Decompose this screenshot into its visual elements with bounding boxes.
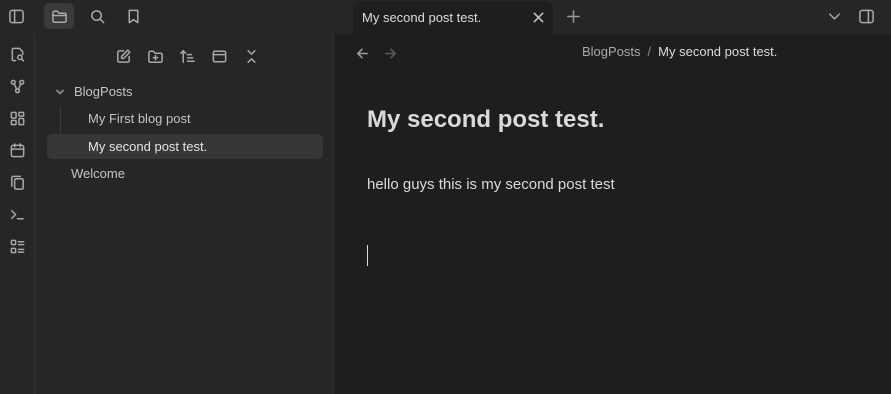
new-tab-button[interactable] bbox=[561, 4, 585, 28]
note-body-text[interactable]: hello guys this is my second post test bbox=[367, 176, 615, 193]
arrow-left-icon bbox=[356, 47, 368, 59]
canvas-icon bbox=[10, 111, 24, 125]
sort-icon bbox=[179, 49, 195, 63]
folder-expand-toggle[interactable] bbox=[54, 86, 66, 98]
navigate-back-button[interactable] bbox=[351, 43, 373, 63]
quick-switcher-button[interactable] bbox=[3, 41, 31, 67]
tab-title: My second post test. bbox=[362, 10, 482, 25]
templates-icon bbox=[10, 175, 24, 190]
auto-reveal-icon bbox=[212, 50, 226, 62]
tab-close-button[interactable] bbox=[529, 8, 547, 26]
bookmarks-view-button[interactable] bbox=[118, 3, 148, 29]
folder-label: BlogPosts bbox=[74, 84, 133, 99]
daily-note-icon bbox=[10, 142, 24, 157]
folder-icon bbox=[51, 10, 67, 23]
chevron-down-icon bbox=[828, 12, 840, 20]
chevron-down-icon bbox=[56, 89, 64, 94]
explorer-actions bbox=[110, 45, 264, 67]
new-folder-button[interactable] bbox=[142, 45, 168, 67]
right-sidebar-toggle-button[interactable] bbox=[851, 3, 881, 29]
new-note-button[interactable] bbox=[110, 45, 136, 67]
open-quick-switcher-icon bbox=[11, 47, 24, 62]
new-note-icon bbox=[116, 48, 131, 63]
file-welcome[interactable]: Welcome bbox=[47, 161, 323, 186]
file-label: My First blog post bbox=[88, 111, 191, 126]
title-bar: My second post test. bbox=[0, 0, 891, 34]
editor-pane: BlogPosts / My second post test. My seco… bbox=[335, 34, 891, 394]
breadcrumb-separator: / bbox=[647, 44, 652, 59]
file-label: My second post test. bbox=[88, 139, 208, 154]
templates-button[interactable] bbox=[3, 169, 31, 195]
collapse-all-icon bbox=[246, 49, 256, 63]
file-explorer: BlogPosts My First blog post My second p… bbox=[35, 34, 334, 394]
daily-note-button[interactable] bbox=[3, 137, 31, 163]
right-sidebar-toggle-icon bbox=[858, 9, 874, 23]
tab-my-second-post-test[interactable]: My second post test. bbox=[353, 1, 553, 34]
file-my-first-blog-post[interactable]: My First blog post bbox=[47, 106, 323, 131]
ribbon bbox=[0, 34, 35, 394]
breadcrumb-current[interactable]: My second post test. bbox=[658, 44, 777, 59]
search-icon bbox=[90, 9, 104, 23]
collapse-all-button[interactable] bbox=[238, 45, 264, 67]
auto-reveal-button[interactable] bbox=[206, 45, 232, 67]
breadcrumb: BlogPosts / My second post test. bbox=[582, 44, 777, 59]
arrow-right-icon bbox=[384, 47, 396, 59]
left-sidebar-toggle-button[interactable] bbox=[1, 3, 31, 29]
bases-button[interactable] bbox=[3, 233, 31, 259]
canvas-button[interactable] bbox=[3, 105, 31, 131]
sidebar-toggle-icon bbox=[8, 9, 24, 23]
folder-blogposts[interactable]: BlogPosts bbox=[51, 79, 323, 104]
breadcrumb-parent[interactable]: BlogPosts bbox=[582, 44, 641, 59]
text-caret bbox=[367, 245, 368, 266]
close-icon bbox=[532, 11, 544, 23]
new-folder-icon bbox=[147, 50, 163, 63]
search-view-button[interactable] bbox=[82, 3, 112, 29]
file-my-second-post-test[interactable]: My second post test. bbox=[47, 134, 323, 159]
graph-view-icon bbox=[10, 79, 24, 93]
command-palette-icon bbox=[10, 209, 24, 220]
files-view-button[interactable] bbox=[44, 3, 74, 29]
tab-list-button[interactable] bbox=[819, 3, 849, 29]
plus-icon bbox=[566, 9, 580, 23]
note-title[interactable]: My second post test. bbox=[367, 106, 604, 134]
navigate-forward-button[interactable] bbox=[379, 43, 401, 63]
graph-view-button[interactable] bbox=[3, 73, 31, 99]
bookmark-icon bbox=[127, 9, 139, 23]
sort-button[interactable] bbox=[174, 45, 200, 67]
bases-icon bbox=[10, 239, 24, 253]
command-palette-button[interactable] bbox=[3, 201, 31, 227]
file-label: Welcome bbox=[71, 166, 125, 181]
